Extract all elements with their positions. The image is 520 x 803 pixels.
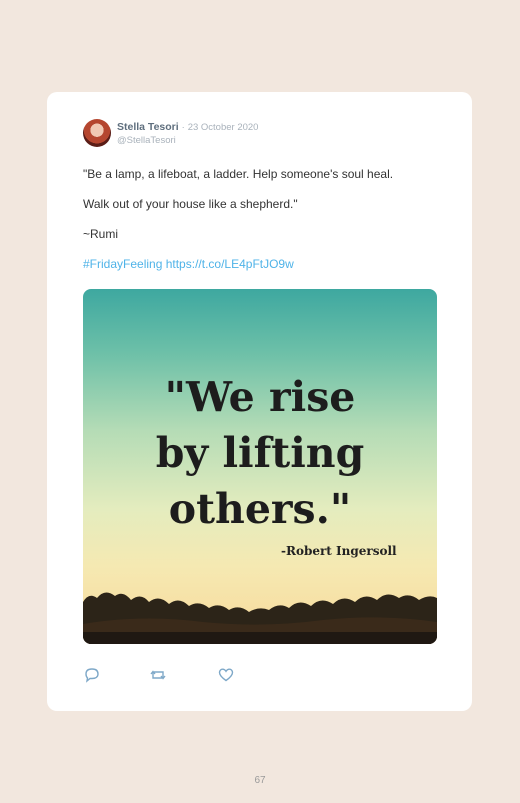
url-link[interactable]: https://t.co/LE4pFtJO9w	[166, 257, 294, 271]
tweet-text-line-2: Walk out of your house like a shepherd."	[83, 197, 298, 211]
tweet-links: #FridayFeeling https://t.co/LE4pFtJO9w	[83, 257, 294, 271]
tweet-date[interactable]: 23 October 2020	[188, 122, 259, 133]
image-quote-line-1: "We rise	[164, 373, 356, 421]
image-quote-attribution: -Robert Ingersoll	[281, 544, 397, 558]
avatar[interactable]	[83, 119, 111, 147]
tweet-image[interactable]: "We rise by lifting others." -Robert Ing…	[83, 289, 437, 644]
tweet-text-line-1: "Be a lamp, a lifeboat, a ladder. Help s…	[83, 167, 394, 181]
tweet-card: Stella Tesori · 23 October 2020 @StellaT…	[47, 92, 472, 711]
author-handle[interactable]: @StellaTesori	[117, 135, 176, 146]
image-quote-line-3: others."	[168, 485, 352, 533]
page-number: 67	[254, 775, 266, 786]
header-separator: ·	[181, 122, 185, 133]
treeline-silhouette	[83, 592, 437, 644]
image-quote-line-2: by lifting	[155, 429, 365, 477]
author-name[interactable]: Stella Tesori	[117, 121, 179, 133]
tweet-header: Stella Tesori · 23 October 2020	[117, 121, 258, 134]
like-icon[interactable]	[217, 666, 235, 684]
tweet-actions	[83, 666, 283, 686]
retweet-icon[interactable]	[149, 666, 167, 684]
hashtag-link[interactable]: #FridayFeeling	[83, 257, 162, 271]
reply-icon[interactable]	[83, 666, 101, 684]
tweet-text-line-3: ~Rumi	[83, 227, 119, 241]
